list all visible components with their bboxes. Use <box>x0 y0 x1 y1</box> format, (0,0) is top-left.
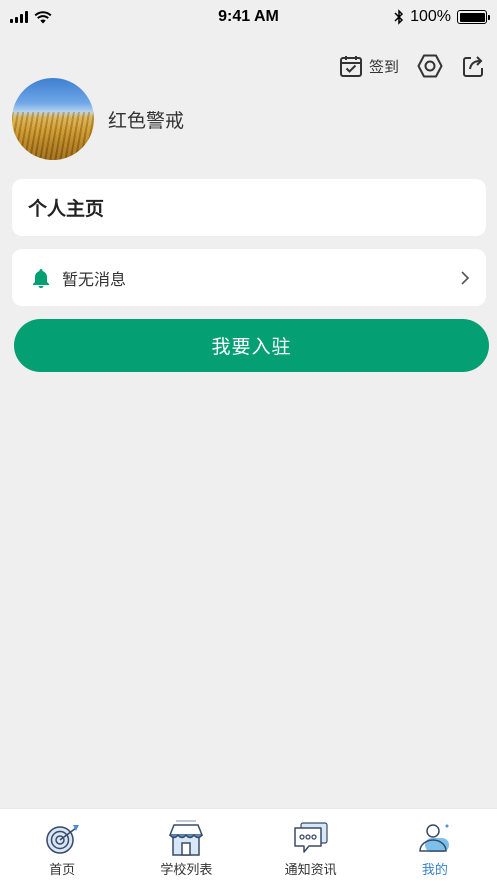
homepage-card[interactable]: 个人主页 <box>12 179 486 236</box>
status-right: 100% <box>367 8 490 26</box>
tab-mine[interactable]: 我的 <box>373 809 497 883</box>
tab-school-list-label: 学校列表 <box>160 863 213 878</box>
battery-icon <box>457 10 490 24</box>
profile-section: 红色警戒 <box>12 78 184 160</box>
wifi-icon <box>34 10 52 23</box>
join-button[interactable]: 我要入驻 <box>14 319 489 372</box>
calendar-check-icon <box>339 56 362 77</box>
username: 红色警戒 <box>108 109 185 132</box>
tabbar: 首页 学校列表 通知资讯 我的 <box>0 808 497 883</box>
tab-news[interactable]: 通知资讯 <box>249 809 373 883</box>
checkin-label: 签到 <box>368 57 399 76</box>
battery-percent: 100% <box>410 8 451 25</box>
message-card[interactable]: 暂无消息 <box>12 249 486 306</box>
tab-home[interactable]: 首页 <box>0 809 124 883</box>
chat-icon <box>291 819 331 857</box>
share-icon <box>463 56 483 77</box>
chevron-right-icon <box>461 270 470 285</box>
signal-icon <box>10 11 28 23</box>
user-icon <box>415 819 455 857</box>
target-icon <box>42 819 82 857</box>
bell-icon <box>33 268 49 288</box>
status-left <box>10 10 130 24</box>
tab-mine-label: 我的 <box>421 863 448 878</box>
settings-button[interactable] <box>417 53 443 79</box>
tab-news-label: 通知资讯 <box>284 863 337 878</box>
status-time: 9:41 AM <box>218 8 279 25</box>
homepage-label: 个人主页 <box>28 198 105 220</box>
message-text: 暂无消息 <box>62 269 127 289</box>
checkin-button[interactable]: 签到 <box>339 54 399 78</box>
bluetooth-icon <box>394 9 404 25</box>
settings-icon <box>417 54 443 78</box>
status-bar: 9:41 AM 100% <box>0 0 497 34</box>
share-button[interactable] <box>461 54 485 78</box>
tab-school-list[interactable]: 学校列表 <box>124 809 248 883</box>
tab-home-label: 首页 <box>49 863 76 878</box>
store-icon <box>166 819 206 857</box>
avatar[interactable] <box>12 78 94 160</box>
header-actions: 签到 <box>339 50 485 82</box>
